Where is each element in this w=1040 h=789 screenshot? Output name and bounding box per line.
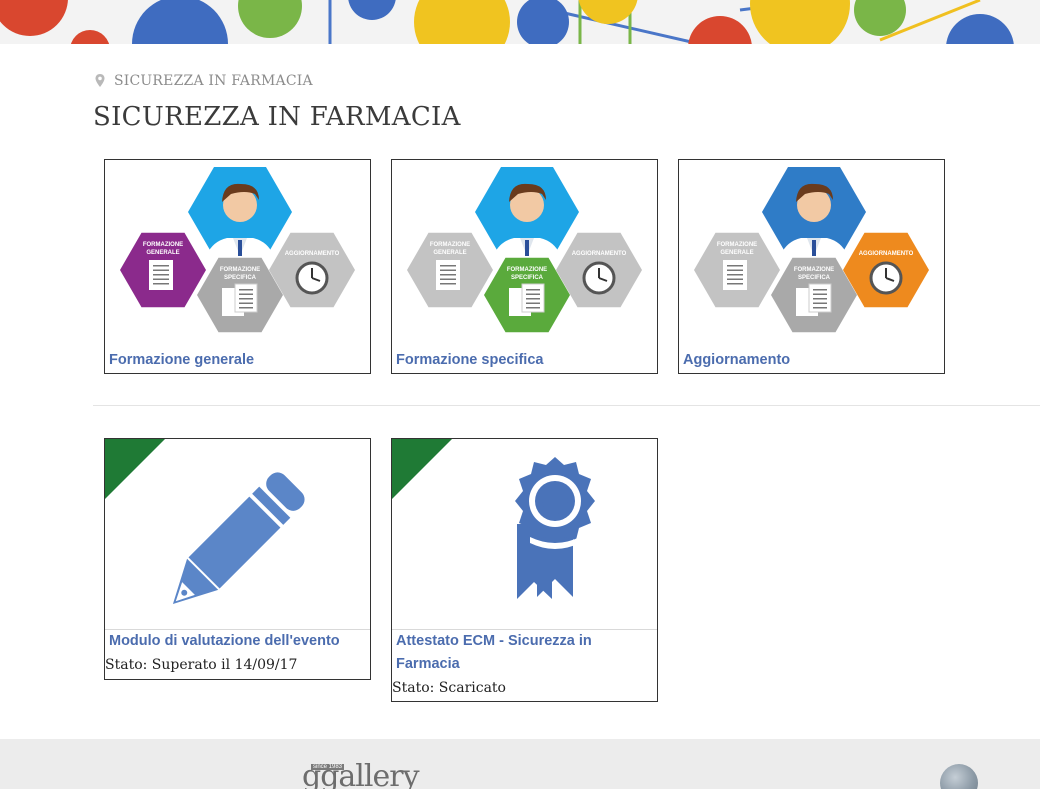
svg-text:FORMAZIONE: FORMAZIONE bbox=[143, 242, 183, 248]
module-card-formazione-specifica[interactable]: FORMAZIONE GENERALE AGGIORNAMENTO FORMAZION… bbox=[391, 159, 658, 374]
svg-text:FORMAZIONE: FORMAZIONE bbox=[794, 267, 834, 273]
module-caption[interactable]: Formazione specifica bbox=[396, 349, 543, 372]
completed-corner-badge bbox=[105, 439, 165, 499]
svg-text:FORMAZIONE: FORMAZIONE bbox=[220, 267, 260, 273]
completed-corner-badge bbox=[392, 439, 452, 499]
activity-caption-line1[interactable]: Attestato ECM - Sicurezza in bbox=[396, 630, 592, 653]
svg-text:GENERALE: GENERALE bbox=[146, 250, 179, 256]
svg-text:SPECIFICA: SPECIFICA bbox=[224, 275, 257, 281]
activity-caption[interactable]: Modulo di valutazione dell'evento bbox=[109, 630, 340, 653]
svg-text:SPECIFICA: SPECIFICA bbox=[798, 275, 831, 281]
svg-text:FORMAZIONE: FORMAZIONE bbox=[717, 242, 757, 248]
banner-decoration bbox=[0, 0, 1040, 44]
page-title: SICUREZZA IN FARMACIA bbox=[93, 102, 461, 132]
module-caption[interactable]: Formazione generale bbox=[109, 349, 254, 372]
svg-text:AGGIORNAMENTO: AGGIORNAMENTO bbox=[859, 251, 914, 257]
module-card-aggiornamento[interactable]: FORMAZIONE GENERALE AGGIORNAMENTO FORMAZION… bbox=[678, 159, 945, 374]
svg-text:AGGIORNAMENTO: AGGIORNAMENTO bbox=[572, 251, 627, 257]
formazione-specifica-illustration: FORMAZIONE GENERALE AGGIORNAMENTO FORMAZION… bbox=[407, 167, 642, 333]
breadcrumb: SICUREZZA IN FARMACIA bbox=[94, 70, 313, 92]
svg-text:FORMAZIONE: FORMAZIONE bbox=[507, 267, 547, 273]
aggiornamento-illustration: FORMAZIONE GENERALE AGGIORNAMENTO FORMAZION… bbox=[694, 167, 929, 333]
module-caption[interactable]: Aggiornamento bbox=[683, 349, 790, 372]
svg-text:GENERALE: GENERALE bbox=[720, 250, 753, 256]
activity-card-attestato[interactable]: Attestato ECM - Sicurezza in Farmacia St… bbox=[391, 438, 658, 702]
formazione-generale-illustration: FORMAZIONE GENERALE AGGIORNAMENTO FORMAZION… bbox=[120, 167, 355, 333]
activity-status: Stato: Superato il 14/09/17 bbox=[105, 657, 298, 673]
activity-card-valutazione[interactable]: Modulo di valutazione dell'evento Stato:… bbox=[104, 438, 371, 680]
scroll-to-top-button[interactable] bbox=[940, 764, 978, 789]
activity-status: Stato: Scaricato bbox=[392, 680, 506, 696]
header-banner bbox=[0, 0, 1040, 44]
location-pin-icon bbox=[95, 74, 105, 87]
module-card-formazione-generale[interactable]: FORMAZIONE GENERALE AGGIORNAMENTO FORMAZION… bbox=[104, 159, 371, 374]
svg-text:AGGIORNAMENTO: AGGIORNAMENTO bbox=[285, 251, 340, 257]
breadcrumb-item[interactable]: SICUREZZA IN FARMACIA bbox=[114, 73, 313, 89]
activity-caption-line2[interactable]: Farmacia bbox=[396, 653, 460, 676]
svg-text:SPECIFICA: SPECIFICA bbox=[511, 275, 544, 281]
footer-logo-since: since 1983 bbox=[311, 764, 345, 770]
svg-text:GENERALE: GENERALE bbox=[433, 250, 466, 256]
svg-text:FORMAZIONE: FORMAZIONE bbox=[430, 242, 470, 248]
section-divider bbox=[93, 405, 1040, 406]
footer: ggallery since 1983 bbox=[0, 739, 1040, 789]
